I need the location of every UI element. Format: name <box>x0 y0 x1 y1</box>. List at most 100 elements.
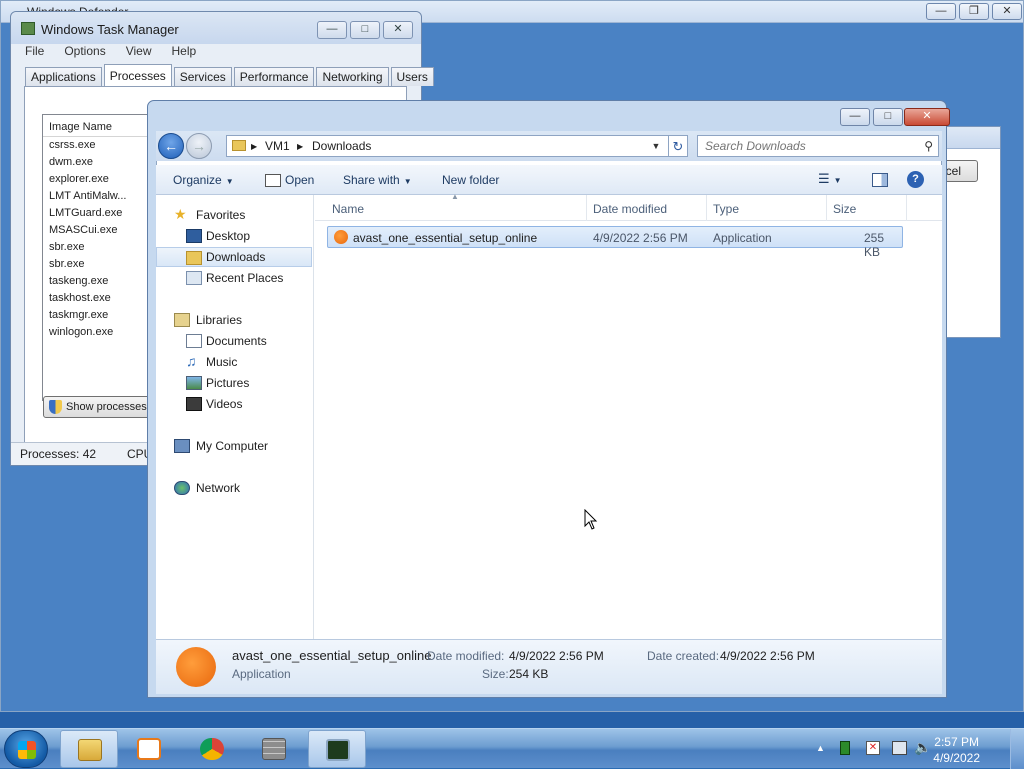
taskbar-defender[interactable] <box>245 730 303 768</box>
taskbar-explorer[interactable] <box>60 730 118 768</box>
table-row[interactable]: taskeng.exe <box>43 273 151 290</box>
table-row[interactable]: dwm.exe <box>43 154 151 171</box>
restore-button[interactable]: ❐ <box>959 3 989 20</box>
sidebar-item-label: Network <box>196 481 241 495</box>
table-row[interactable]: LMT AntiMalw... <box>43 188 151 205</box>
column-header-image-name[interactable]: Image Name <box>43 115 151 137</box>
sidebar-item-desktop[interactable]: Desktop <box>156 226 312 246</box>
table-row[interactable]: sbr.exe <box>43 239 151 256</box>
table-row[interactable]: sbr.exe <box>43 256 151 273</box>
sidebar-item-my-computer[interactable]: My Computer <box>156 436 312 456</box>
table-row[interactable]: taskhost.exe <box>43 290 151 307</box>
minimize-button[interactable]: — <box>317 21 347 39</box>
taskbar-chrome[interactable] <box>183 730 241 768</box>
sidebar-item-recent-places[interactable]: Recent Places <box>156 268 312 288</box>
table-row[interactable]: avast_one_essential_setup_online 4/9/202… <box>327 226 903 259</box>
column-header-name[interactable]: Name <box>332 202 364 216</box>
help-icon[interactable]: ? <box>907 171 924 188</box>
file-type: Application <box>713 231 772 245</box>
action-center-icon[interactable]: ✕ <box>866 741 880 755</box>
maximize-button[interactable]: □ <box>873 108 903 126</box>
sidebar-item-label: Pictures <box>206 376 250 390</box>
back-button[interactable]: ← <box>158 133 184 159</box>
clock[interactable]: 2:57 PM 4/9/2022 <box>933 734 980 766</box>
details-pane: avast_one_essential_setup_online Applica… <box>156 639 942 694</box>
sidebar-item-network[interactable]: Network <box>156 478 312 498</box>
sidebar-item-videos[interactable]: Videos <box>156 394 312 414</box>
chevron-down-icon: ▼ <box>833 176 842 185</box>
tab-applications[interactable]: Applications <box>25 67 102 86</box>
maximize-button[interactable]: □ <box>350 21 380 39</box>
column-divider[interactable] <box>826 195 827 221</box>
menu-view[interactable]: View <box>116 42 162 62</box>
start-button[interactable] <box>4 730 48 768</box>
sidebar-item-label: Recent Places <box>206 271 284 285</box>
sidebar-item-downloads[interactable]: Downloads <box>156 247 312 267</box>
minimize-button[interactable]: — <box>840 108 870 126</box>
close-button[interactable]: ✕ <box>992 3 1022 20</box>
sidebar-item-libraries[interactable]: Libraries <box>156 310 312 330</box>
menu-options[interactable]: Options <box>54 42 115 62</box>
network-tray-icon[interactable] <box>892 741 907 755</box>
address-bar[interactable]: ▶ VM1 ▶ Downloads ▼ <box>226 135 688 157</box>
process-list[interactable]: Image Name csrss.exe dwm.exe explorer.ex… <box>42 114 152 401</box>
task-manager-titlebar: Windows Task Manager — □ ✕ <box>11 12 421 44</box>
table-row[interactable]: winlogon.exe <box>43 324 151 341</box>
share-with-button[interactable]: Share with ▼ <box>343 173 412 187</box>
search-icon[interactable]: ⚲ <box>924 139 933 153</box>
breadcrumb-arrow-icon[interactable]: ▶ <box>251 142 257 151</box>
tab-services[interactable]: Services <box>173 67 232 86</box>
organize-button[interactable]: Organize ▼ <box>173 173 234 187</box>
open-button[interactable]: Open <box>285 173 314 187</box>
show-desktop-button[interactable] <box>1010 729 1024 769</box>
column-divider[interactable] <box>586 195 587 221</box>
details-file-type: Application <box>232 667 291 681</box>
taskbar-task-manager[interactable] <box>308 730 366 768</box>
new-folder-button[interactable]: New folder <box>442 173 499 187</box>
preview-pane-icon[interactable] <box>872 173 888 187</box>
menu-help[interactable]: Help <box>162 42 207 62</box>
sidebar-item-documents[interactable]: Documents <box>156 331 312 351</box>
tab-processes[interactable]: Processes <box>103 64 172 86</box>
close-button[interactable]: ✕ <box>904 108 950 126</box>
tab-networking[interactable]: Networking <box>316 67 389 86</box>
table-row[interactable]: LMTGuard.exe <box>43 205 151 222</box>
column-header-date-modified[interactable]: Date modified <box>593 202 667 216</box>
breadcrumb-arrow-icon[interactable]: ▶ <box>297 142 303 151</box>
minimize-button[interactable]: — <box>926 3 956 20</box>
table-row[interactable]: csrss.exe <box>43 137 151 154</box>
search-field[interactable]: ⚲ <box>697 135 939 157</box>
sidebar-item-pictures[interactable]: Pictures <box>156 373 312 393</box>
sidebar-item-music[interactable]: ♫ Music <box>156 352 312 372</box>
forward-button[interactable]: → <box>186 133 212 159</box>
table-row[interactable]: explorer.exe <box>43 171 151 188</box>
task-manager-menubar: File Options View Help <box>15 42 206 62</box>
tab-performance[interactable]: Performance <box>233 67 315 86</box>
column-header-type[interactable]: Type <box>713 202 739 216</box>
task-manager-title: Windows Task Manager <box>41 22 179 37</box>
menu-file[interactable]: File <box>15 42 54 62</box>
sidebar-item-favorites[interactable]: ★ Favorites <box>156 205 312 225</box>
tab-users[interactable]: Users <box>390 67 434 86</box>
taskbar-media-player[interactable] <box>120 730 178 768</box>
search-input[interactable] <box>698 136 908 156</box>
table-row[interactable]: MSASCui.exe <box>43 222 151 239</box>
column-header-size[interactable]: Size <box>833 202 856 216</box>
column-divider[interactable] <box>906 195 907 221</box>
breadcrumb-vm1[interactable]: VM1 <box>265 139 290 153</box>
explorer-icon <box>78 739 102 761</box>
cpu-meter-icon[interactable] <box>840 741 850 755</box>
close-button[interactable]: ✕ <box>383 21 413 39</box>
volume-icon[interactable]: 🔈 <box>914 739 931 756</box>
show-processes-button[interactable]: Show processes <box>43 396 153 418</box>
recent-places-icon <box>186 271 202 285</box>
table-row[interactable]: taskmgr.exe <box>43 307 151 324</box>
refresh-icon[interactable]: ↻ <box>668 135 688 157</box>
show-hidden-icons-icon[interactable]: ▲ <box>816 743 825 753</box>
chevron-down-icon[interactable]: ▼ <box>647 136 665 156</box>
sort-ascending-icon: ▲ <box>451 192 459 201</box>
column-divider[interactable] <box>706 195 707 221</box>
view-options-icon[interactable]: ☰ ▼ <box>818 171 842 187</box>
computer-icon <box>174 439 190 453</box>
breadcrumb-downloads[interactable]: Downloads <box>312 139 371 153</box>
